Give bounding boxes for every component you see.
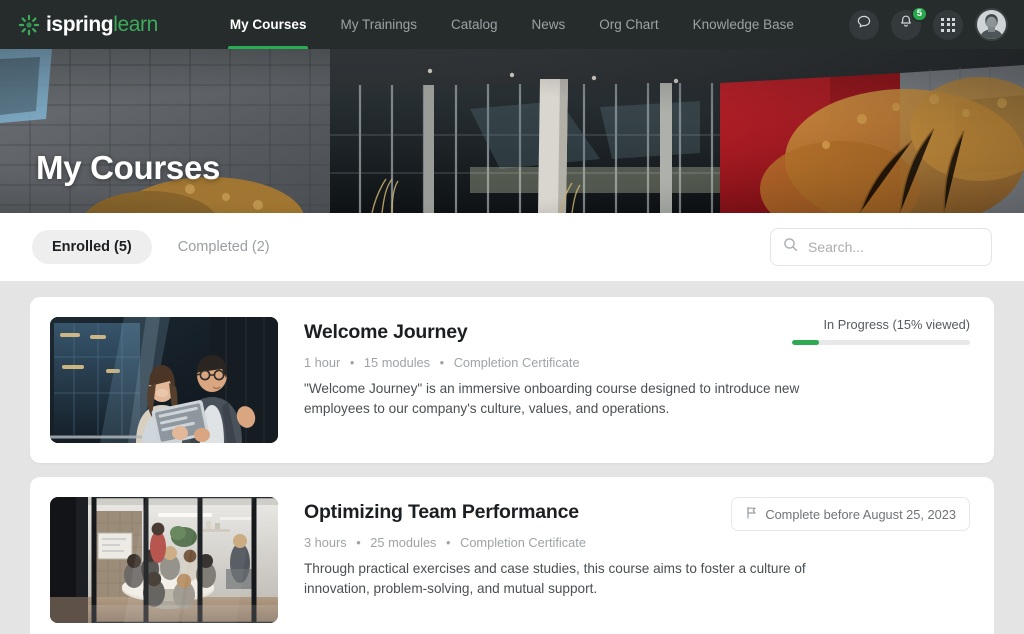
course-tabs: Enrolled (5) Completed (2)	[32, 230, 290, 264]
brand-name-secondary: learn	[113, 12, 158, 36]
nav-item-my-trainings[interactable]: My Trainings	[323, 0, 434, 49]
nav-item-my-courses[interactable]: My Courses	[213, 0, 324, 49]
tab-completed[interactable]: Completed (2)	[158, 230, 290, 264]
progress-indicator: In Progress (15% viewed)	[792, 317, 970, 345]
course-list: Welcome Journey 1 hour • 15 modules • Co…	[0, 281, 1024, 634]
course-duration: 3 hours	[304, 535, 347, 550]
progress-fill	[792, 340, 819, 345]
page-title: My Courses	[36, 149, 221, 186]
chat-bubble-icon	[856, 14, 872, 35]
apps-button[interactable]	[933, 9, 963, 40]
course-modules: 25 modules	[370, 535, 437, 550]
deadline-text: Complete before August 25, 2023	[765, 506, 956, 522]
course-meta: 3 hours • 25 modules • Completion Certif…	[304, 535, 972, 550]
nav-item-catalog[interactable]: Catalog	[434, 0, 515, 49]
course-meta: 1 hour • 15 modules • Completion Certifi…	[304, 355, 972, 370]
course-certificate: Completion Certificate	[453, 355, 580, 370]
course-card[interactable]: Welcome Journey 1 hour • 15 modules • Co…	[30, 297, 994, 463]
meta-separator: •	[446, 535, 451, 550]
nav-item-org-chart[interactable]: Org Chart	[582, 0, 675, 49]
course-filter-bar: Enrolled (5) Completed (2)	[0, 213, 1024, 281]
course-card[interactable]: Optimizing Team Performance 3 hours • 25…	[30, 477, 994, 634]
apps-grid-icon	[941, 17, 955, 32]
course-description: Through practical exercises and case stu…	[304, 561, 806, 596]
meta-separator: •	[356, 535, 361, 550]
course-duration: 1 hour	[304, 355, 341, 370]
course-certificate: Completion Certificate	[460, 535, 586, 550]
course-status: In Progress (15% viewed)	[792, 317, 970, 345]
course-thumbnail	[50, 497, 278, 623]
progress-track	[792, 340, 970, 345]
course-modules: 15 modules	[363, 355, 431, 370]
app-root: ispringlearn My Courses My Trainings Cat…	[0, 0, 1024, 634]
notification-badge: 5	[910, 5, 928, 22]
brand-name-primary: ispring	[46, 12, 114, 36]
ispring-starburst-icon	[18, 14, 40, 36]
primary-nav-links: My Courses My Trainings Catalog News Org…	[213, 0, 811, 49]
flag-icon	[745, 506, 758, 522]
search-icon	[783, 237, 798, 257]
meta-separator: •	[349, 355, 355, 370]
nav-actions: 5	[849, 5, 1008, 41]
avatar[interactable]	[975, 8, 1008, 41]
course-thumbnail	[50, 317, 278, 443]
brand-logo[interactable]: ispringlearn	[18, 13, 158, 37]
search-box[interactable]	[770, 228, 992, 266]
chat-button[interactable]	[849, 9, 879, 40]
top-navigation-bar: ispringlearn My Courses My Trainings Cat…	[0, 0, 1024, 49]
search-input[interactable]	[808, 239, 979, 255]
progress-label: In Progress (15% viewed)	[823, 317, 970, 332]
tab-enrolled[interactable]: Enrolled (5)	[32, 230, 152, 264]
meta-separator: •	[439, 355, 445, 370]
course-description: "Welcome Journey" is an immersive onboar…	[304, 381, 800, 416]
course-status: Complete before August 25, 2023	[731, 497, 970, 531]
nav-item-news[interactable]: News	[515, 0, 583, 49]
notifications-button[interactable]: 5	[891, 5, 928, 40]
nav-item-knowledge-base[interactable]: Knowledge Base	[676, 0, 811, 49]
hero-banner: My Courses	[0, 49, 1024, 213]
hero-background-image	[0, 49, 1024, 213]
deadline-badge: Complete before August 25, 2023	[731, 497, 970, 531]
